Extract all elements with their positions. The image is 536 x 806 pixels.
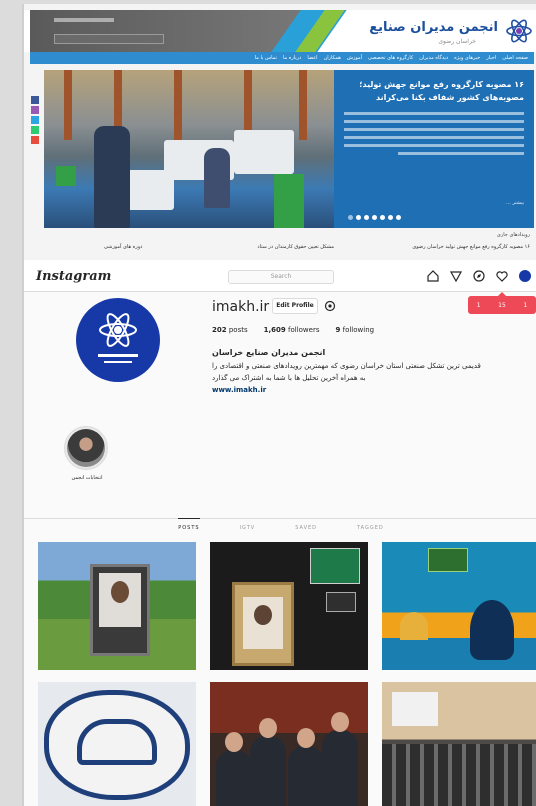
instagram-icon[interactable] <box>31 106 39 114</box>
profile-stats: 202 posts 1,609 followers 9 following <box>212 326 374 334</box>
bio-name: انجمن مدیران صنایع خراسان <box>212 348 326 357</box>
post-thumbnail[interactable] <box>382 542 536 670</box>
bio-line: قدیمی ترین تشکل صنعتی استان خراسان رضوی … <box>212 362 481 370</box>
ig-search-input[interactable]: Search <box>228 270 334 284</box>
facebook-icon[interactable] <box>31 96 39 104</box>
post-thumbnail[interactable] <box>38 542 196 670</box>
post-thumbnail[interactable] <box>382 682 536 806</box>
site-logo-icon[interactable] <box>504 16 534 46</box>
bio-website-link[interactable]: www.imakh.ir <box>212 386 266 394</box>
profile-avatar[interactable] <box>76 298 160 382</box>
tab-tagged[interactable]: TAGGED <box>357 519 384 538</box>
tab-posts[interactable]: POSTS <box>178 518 200 538</box>
telegram-icon[interactable] <box>31 116 39 124</box>
tab-saved[interactable]: SAVED <box>295 519 317 538</box>
social-side-bar <box>31 96 39 144</box>
news-item[interactable]: مشکل تعیین حقوق کارمندان در ستاد <box>257 244 334 250</box>
post-thumbnail[interactable] <box>210 542 368 670</box>
news-label: رویدادهای جاری <box>496 232 530 238</box>
posts-grid <box>38 542 536 806</box>
profile-tabs: POSTS IGTV SAVED TAGGED <box>24 518 536 538</box>
read-more-link[interactable]: بیشتر ... <box>506 200 524 206</box>
nav-item[interactable]: اعضا <box>307 55 317 61</box>
site-subtitle: خراسان رضوی <box>438 38 476 45</box>
hero-caption-panel: ۱۶ مصوبه کارگروه رفع موانع جهش تولید؛ مص… <box>334 70 534 228</box>
gear-icon[interactable] <box>324 300 336 312</box>
highlight-label: انتخابات انجمن <box>71 475 103 481</box>
hero-headline[interactable]: ۱۶ مصوبه کارگروه رفع موانع جهش تولید؛ مص… <box>344 78 524 104</box>
nav-item[interactable]: کارگروه های تخصصی <box>368 55 413 61</box>
site-title[interactable]: انجمن مدیران صنایع <box>369 20 498 35</box>
news-item[interactable]: دوره های آموزشی <box>104 244 142 250</box>
followers-stat[interactable]: 1,609 followers <box>264 326 320 334</box>
home-icon[interactable] <box>426 269 440 283</box>
nav-item[interactable]: خبرهای ویژه <box>454 55 480 61</box>
youtube-icon[interactable] <box>31 136 39 144</box>
heart-icon[interactable] <box>495 269 509 283</box>
site-header: انجمن مدیران صنایع خراسان رضوی <box>24 10 536 52</box>
like-count: 15 <box>498 301 506 309</box>
instagram-screenshot: Instagram Search 1 15 1 imakh.ir Edit Pr… <box>24 262 536 806</box>
explore-icon[interactable] <box>472 269 486 283</box>
bio-line: به همراه آخرین تحلیل ها با شما به اشتراک… <box>212 374 366 382</box>
screenshot-frame: انجمن مدیران صنایع خراسان رضوی صفحه اصلی… <box>22 4 536 806</box>
header-top-links[interactable] <box>54 18 114 22</box>
nav-item[interactable]: اخبار <box>486 55 496 61</box>
ig-wordmark[interactable]: Instagram <box>36 269 111 284</box>
follow-count: 1 <box>476 301 481 309</box>
site-search-input[interactable] <box>54 34 164 44</box>
hero-slider[interactable]: ۱۶ مصوبه کارگروه رفع موانع جهش تولید؛ مص… <box>44 70 534 228</box>
nav-item[interactable]: آموزش <box>347 55 362 61</box>
association-logo-icon <box>98 313 138 363</box>
nav-item[interactable]: دیدگاه مدیران <box>419 55 448 61</box>
news-item[interactable]: ۱۶ مصوبه کارگروه رفع موانع جهش تولید خرا… <box>412 244 530 250</box>
website-screenshot: انجمن مدیران صنایع خراسان رضوی صفحه اصلی… <box>24 4 536 260</box>
slider-dots[interactable] <box>348 215 401 220</box>
news-ticker: رویدادهای جاری ۱۶ مصوبه کارگروه رفع موان… <box>44 230 534 258</box>
nav-item[interactable]: درباره ما <box>283 55 301 61</box>
nav-item[interactable]: تماس با ما <box>255 55 277 61</box>
following-stat[interactable]: 9 following <box>336 326 375 334</box>
posts-stat: 202 posts <box>212 326 248 334</box>
comment-count: 1 <box>523 301 528 309</box>
post-thumbnail[interactable] <box>210 682 368 806</box>
profile-avatar-icon[interactable] <box>518 269 532 283</box>
edit-profile-button[interactable]: Edit Profile <box>272 298 318 314</box>
ig-nav-icons <box>426 269 532 283</box>
site-nav-bar: صفحه اصلی اخبار خبرهای ویژه دیدگاه مدیرا… <box>30 52 534 64</box>
direct-icon[interactable] <box>449 269 463 283</box>
hero-summary-lines <box>344 112 524 155</box>
hero-factory-photo <box>44 70 334 228</box>
nav-item[interactable]: صفحه اصلی <box>502 55 528 61</box>
activity-notification-badge[interactable]: 1 15 1 <box>468 292 536 314</box>
whatsapp-icon[interactable] <box>31 126 39 134</box>
profile-username: imakh.ir <box>212 299 270 315</box>
post-thumbnail[interactable] <box>38 682 196 806</box>
ig-top-bar: Instagram Search <box>24 262 536 292</box>
tab-igtv[interactable]: IGTV <box>240 519 256 538</box>
nav-item[interactable]: همکاران <box>324 55 341 61</box>
story-highlight[interactable] <box>64 426 108 470</box>
